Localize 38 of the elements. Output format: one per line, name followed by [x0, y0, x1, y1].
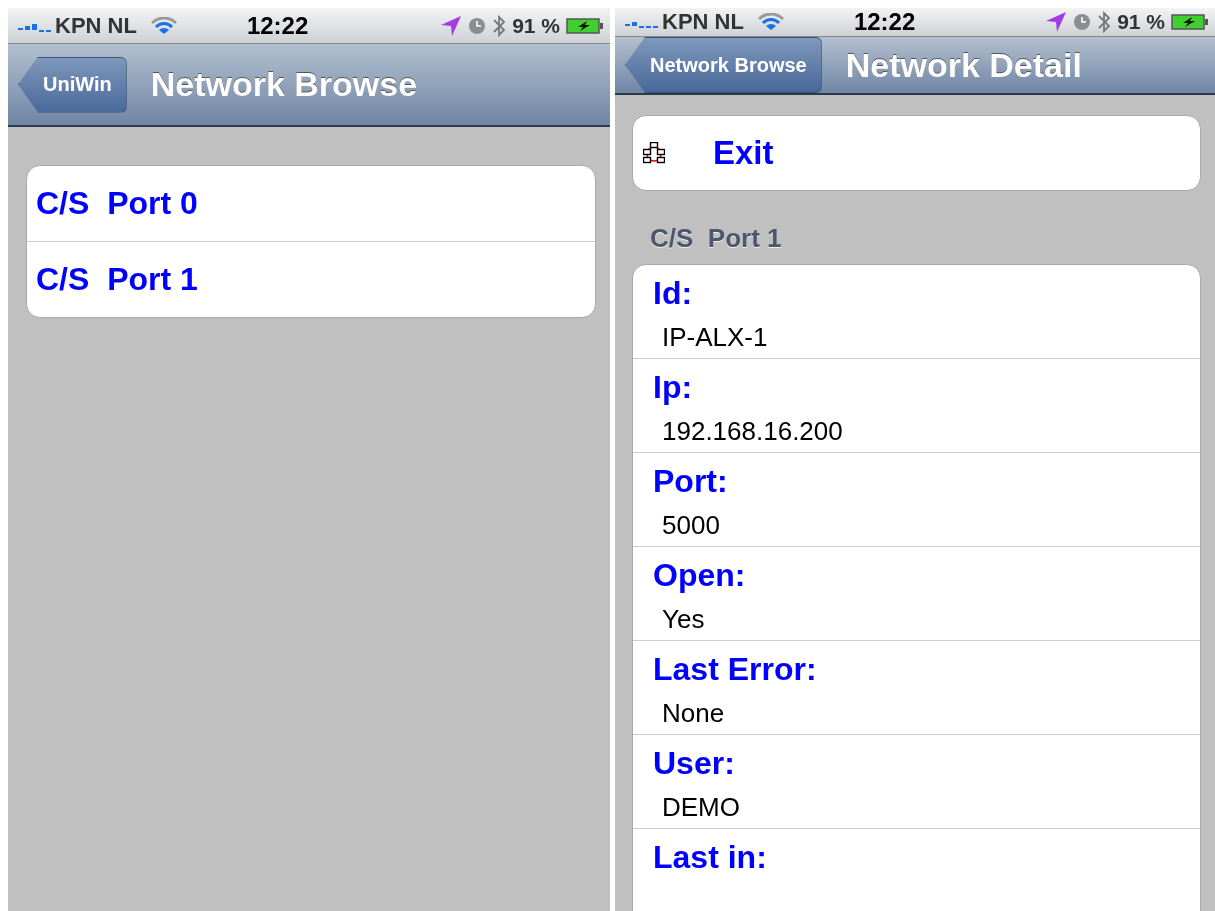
field-value: 192.168.16.200 — [661, 415, 844, 447]
carrier-name: KPN NL — [662, 9, 744, 35]
port-item[interactable]: C/S Port 1 — [27, 241, 595, 317]
nav-title: Network Browse — [150, 65, 418, 104]
status-time: 12:22 — [246, 11, 309, 40]
carrier-name: KPN NL — [55, 12, 137, 39]
exit-button[interactable]: Exit — [632, 115, 1201, 191]
location-arrow-icon — [440, 14, 463, 37]
field-value: None — [661, 697, 726, 729]
field-label: Last in: — [652, 838, 768, 876]
field-label: User: — [652, 744, 736, 782]
wifi-icon — [757, 13, 784, 31]
field-label: Open: — [652, 556, 747, 594]
battery-charging-icon — [566, 17, 604, 34]
field-label: Port: — [652, 462, 729, 500]
bluetooth-icon — [492, 12, 507, 39]
battery-percentage: 91 % — [1117, 10, 1165, 34]
field-label: Ip: — [652, 368, 694, 406]
bluetooth-icon — [1097, 9, 1112, 35]
battery-charging-icon — [1171, 14, 1209, 30]
clock-icon — [1073, 13, 1092, 31]
field-label: Last Error: — [652, 650, 818, 688]
field-value: 5000 — [661, 509, 721, 541]
section-header: C/S Port 1 — [650, 223, 783, 254]
wifi-icon — [150, 16, 177, 35]
port-item[interactable]: C/S Port 0 — [27, 166, 595, 241]
location-arrow-icon — [1045, 11, 1068, 33]
battery-percentage: 91 % — [512, 13, 560, 38]
field-value: IP-ALX-1 — [661, 321, 769, 353]
back-button[interactable]: UniWin — [18, 56, 127, 113]
status-time: 12:22 — [853, 8, 916, 36]
nav-title: Network Detail — [845, 45, 1082, 85]
clock-icon — [468, 16, 487, 35]
field-label: Id: — [652, 274, 694, 312]
network-ring-icon — [643, 142, 665, 164]
field-value: Yes — [661, 603, 706, 635]
back-button[interactable]: Network Browse — [625, 37, 822, 93]
field-value: DEMO — [661, 791, 741, 823]
